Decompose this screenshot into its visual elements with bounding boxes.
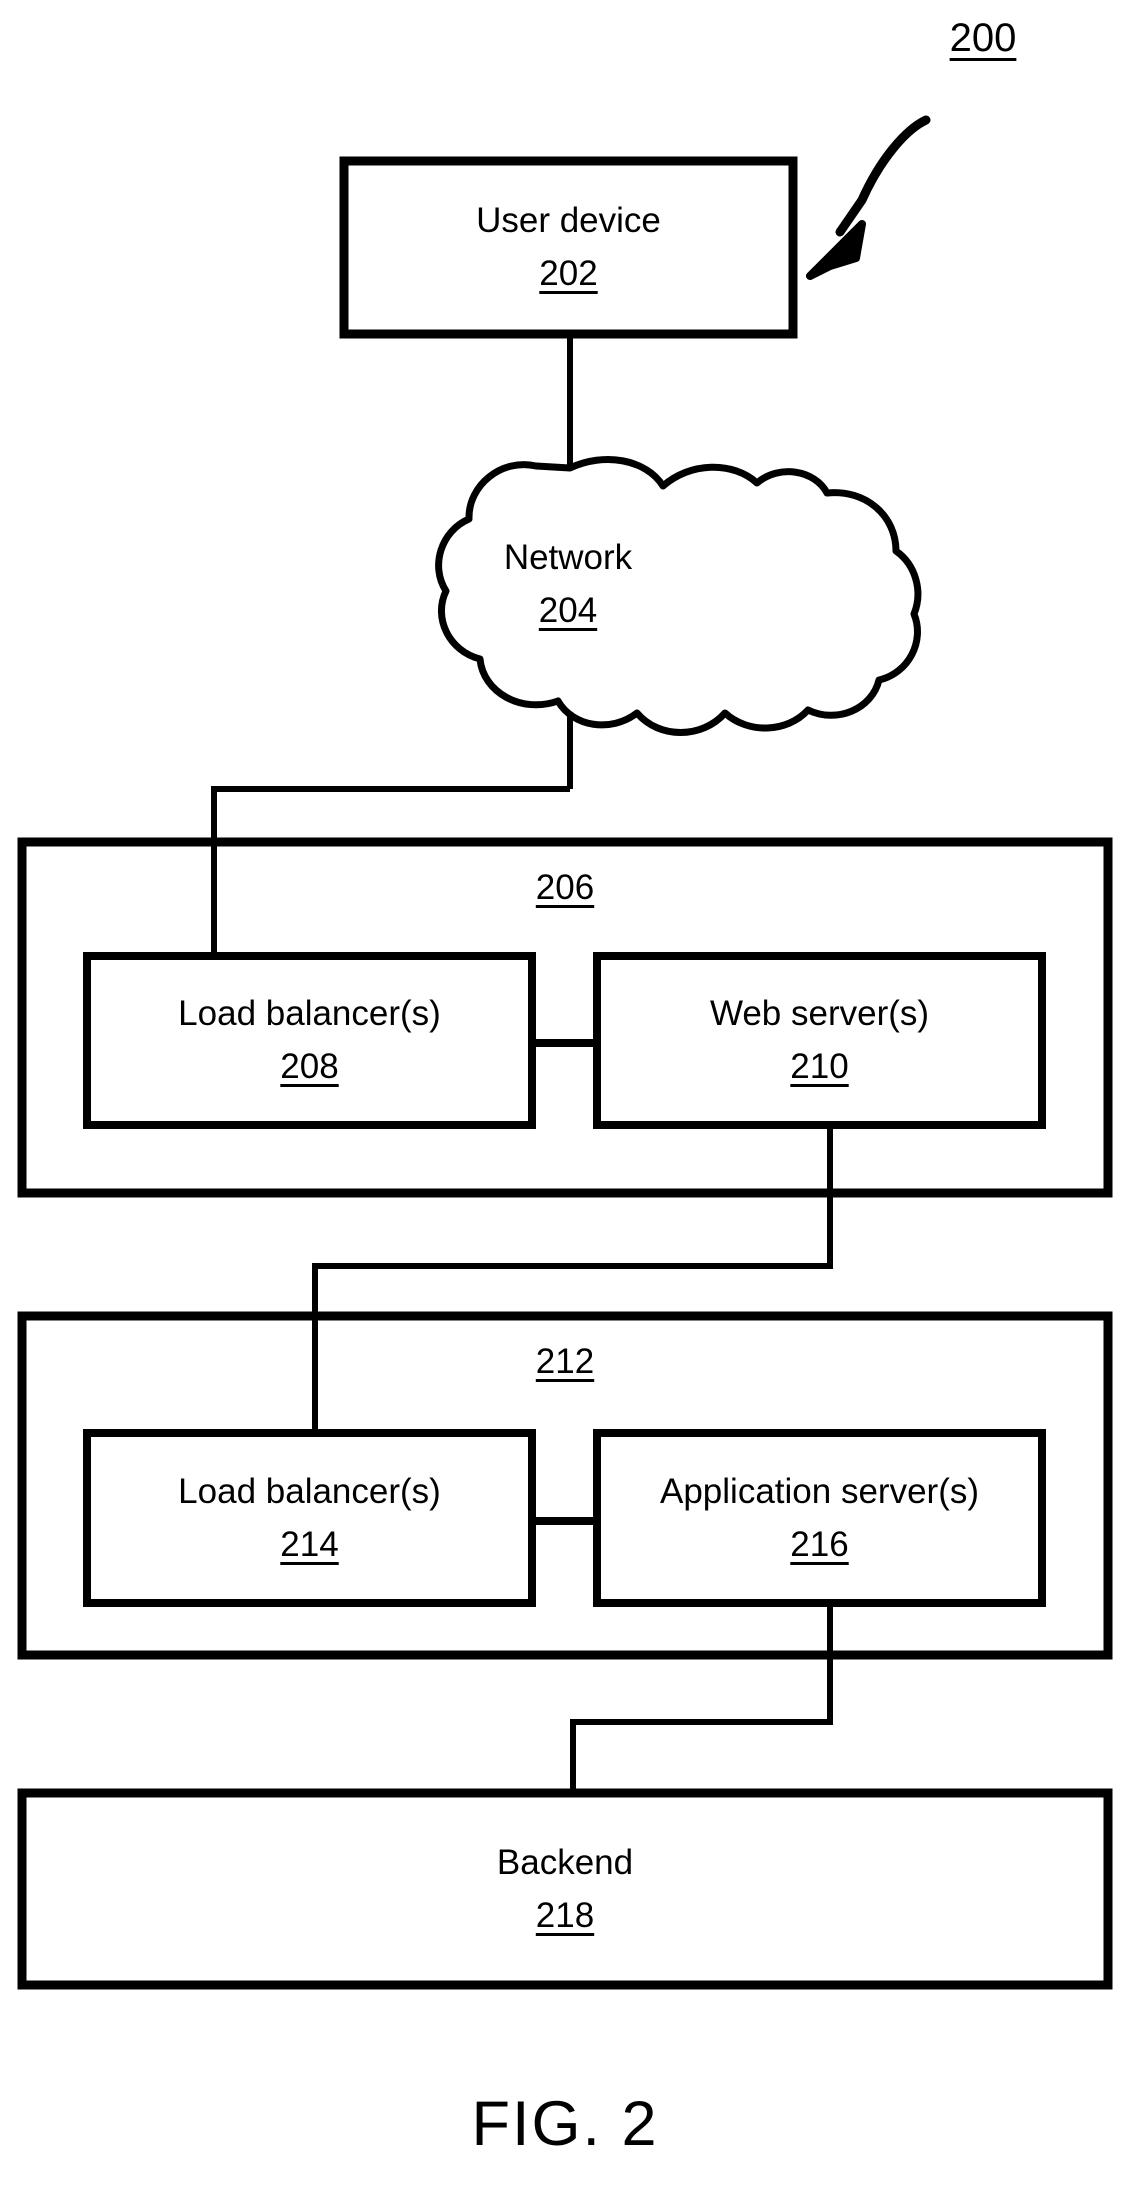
load-balancers-app-label-group: Load balancer(s) 214: [87, 1433, 532, 1603]
network-ref: 204: [538, 590, 598, 630]
backend-label: Backend: [496, 1842, 634, 1882]
network-label: Network: [503, 537, 633, 577]
figure-caption: FIG. 2: [471, 2089, 659, 2159]
load-balancers-web-label-group: Load balancer(s) 208: [87, 956, 532, 1125]
connector-web-server-to-app-tier: [312, 1125, 833, 1437]
backend-label-group: Backend 218: [22, 1793, 1108, 1985]
lead-arrow-200: [806, 115, 931, 280]
user-device-label: User device: [476, 201, 661, 240]
load-balancers-app-label: Load balancer(s): [178, 1471, 441, 1511]
web-servers-label-group: Web server(s) 210: [597, 956, 1042, 1125]
load-balancers-web-ref: 208: [280, 1047, 339, 1086]
network-label-group: Network 204: [350, 475, 786, 693]
web-tier-container-ref: 206: [535, 868, 595, 907]
patent-figure: 200 User device 202 Network 204 206 Load…: [0, 0, 1130, 2211]
web-servers-ref: 210: [790, 1047, 849, 1086]
load-balancers-app-ref: 214: [280, 1524, 339, 1564]
web-servers-label: Web server(s): [709, 994, 930, 1033]
user-device-label-group: User device 202: [344, 161, 793, 334]
user-device-ref: 202: [539, 254, 598, 293]
application-servers-label-group: Application server(s) 216: [597, 1433, 1042, 1603]
load-balancers-web-label: Load balancer(s): [178, 994, 441, 1033]
connector-app-server-to-backend: [570, 1603, 833, 1797]
connector-network-to-web-tier: [211, 712, 573, 960]
application-servers-ref: 216: [790, 1524, 849, 1564]
backend-ref: 218: [535, 1895, 595, 1935]
lead-reference-200: 200: [949, 16, 1017, 60]
app-tier-container-ref: 212: [535, 1342, 595, 1381]
application-servers-label: Application server(s): [660, 1471, 979, 1511]
